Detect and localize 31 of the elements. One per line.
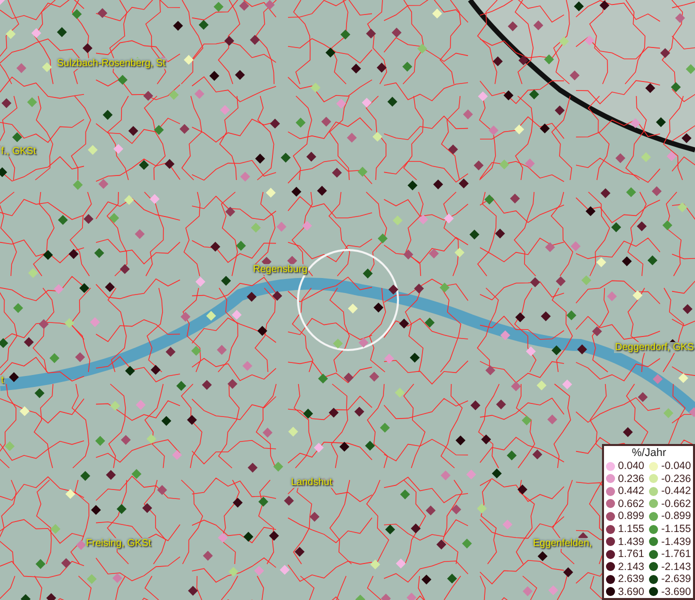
place-label: Regensburg <box>252 264 308 275</box>
legend-value: -0.442 <box>660 485 692 498</box>
legend-value: -1.439 <box>660 536 692 548</box>
legend-value: -0.236 <box>660 472 692 485</box>
place-label: t <box>0 375 5 386</box>
legend-value: -0.662 <box>660 498 692 510</box>
legend-title: %/Jahr <box>630 447 668 460</box>
legend-value: 1.761 <box>617 548 646 560</box>
place-label: Freising, GKSt <box>85 538 152 549</box>
place-label: Deggendorf, GKS <box>614 342 695 353</box>
legend-value: -0.040 <box>660 460 692 472</box>
legend-value: 0.040 <box>617 460 646 472</box>
legend-value: -3.690 <box>660 586 692 598</box>
legend-value: 1.155 <box>617 523 646 535</box>
legend-value: 0.236 <box>617 472 646 485</box>
legend-value: -2.143 <box>660 560 692 573</box>
legend-value: -2.639 <box>660 573 692 586</box>
legend-value: -1.155 <box>660 523 692 535</box>
legend-value: -1.761 <box>660 548 692 560</box>
legend-value: 3.690 <box>617 586 646 598</box>
legend-value: 0.442 <box>617 485 646 498</box>
place-label: Eggenfelden, <box>532 538 593 549</box>
legend-value: 2.639 <box>617 573 646 586</box>
place-label: Sulzbach-Rosenberg, St <box>56 58 166 69</box>
legend-value: 0.899 <box>617 510 646 522</box>
legend-value: 2.143 <box>617 560 646 573</box>
legend-value: -0.899 <box>660 510 692 522</box>
legend-value: 1.439 <box>617 536 646 548</box>
legend-value: 0.662 <box>617 498 646 510</box>
place-label: f., GKSt <box>0 146 38 157</box>
place-label: Landshut <box>290 477 334 488</box>
